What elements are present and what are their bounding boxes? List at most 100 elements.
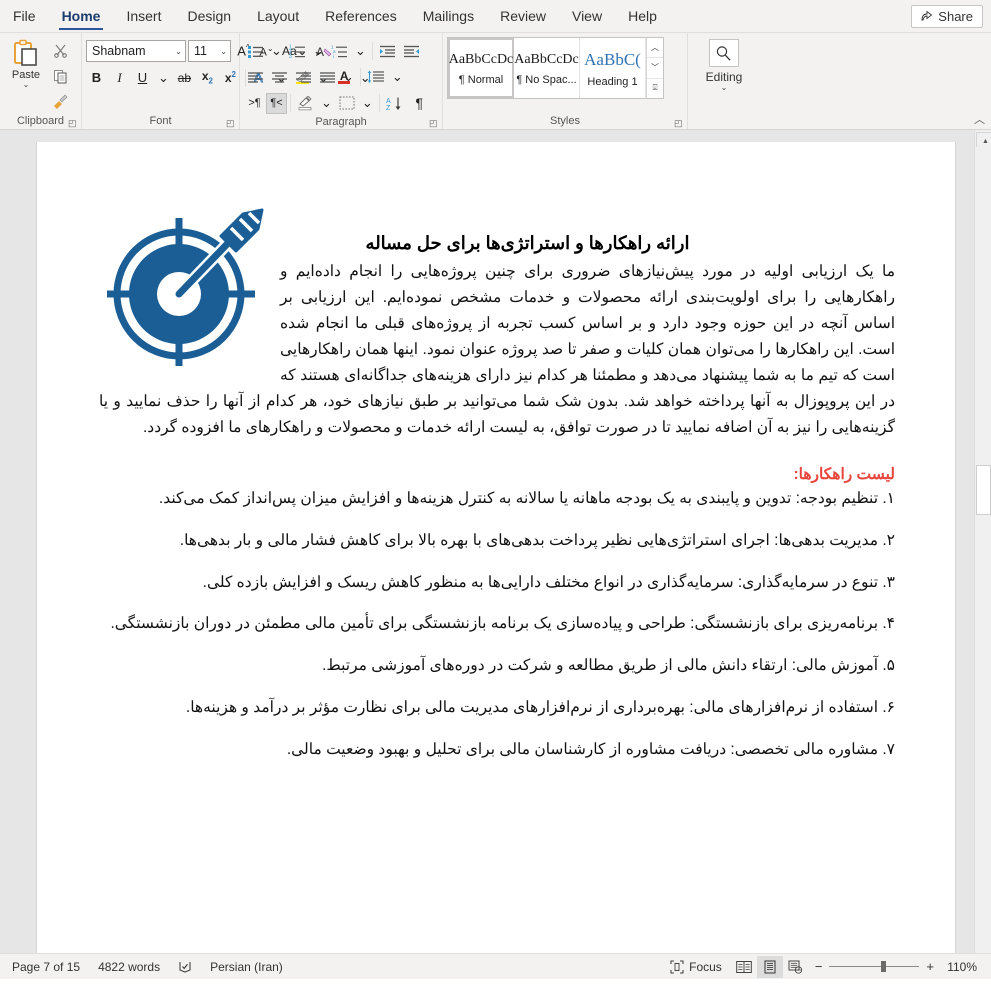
bullets-dropdown[interactable]: ⌄ (268, 41, 285, 62)
editing-button[interactable]: Editing ⌄ (706, 36, 742, 92)
styles-more-icon[interactable]: ⍗ (647, 78, 663, 98)
zoom-out-button[interactable]: − (815, 959, 823, 974)
align-right-icon (295, 71, 312, 84)
show-formatting-marks-button[interactable]: ¶ (409, 93, 430, 114)
strikethrough-button[interactable]: ab (174, 67, 195, 88)
borders-button[interactable] (336, 93, 358, 114)
multilevel-list-button[interactable]: 1 a i (328, 41, 351, 62)
style-normal[interactable]: AaBbCcDc ¶ Normal (448, 38, 514, 98)
focus-mode-button[interactable]: Focus (661, 956, 731, 978)
numbering-dropdown[interactable]: ⌄ (310, 41, 327, 62)
align-right-button[interactable] (292, 67, 315, 88)
tab-insert[interactable]: Insert (113, 0, 174, 32)
scrollbar-up-button[interactable]: ▲ (976, 132, 991, 150)
share-icon (921, 10, 933, 22)
tab-layout[interactable]: Layout (244, 0, 312, 32)
superscript-button[interactable]: x2 (220, 67, 241, 88)
font-dialog-launcher-icon[interactable]: ◰ (226, 118, 236, 128)
tab-design[interactable]: Design (174, 0, 244, 32)
line-spacing-dropdown[interactable]: ⌄ (389, 67, 406, 88)
tab-mailings[interactable]: Mailings (410, 0, 487, 32)
tab-home[interactable]: Home (49, 0, 114, 32)
focus-mode-label: Focus (689, 959, 722, 974)
zoom-in-button[interactable]: + (926, 959, 934, 974)
style-preview: AaBbCcDc (514, 52, 579, 67)
borders-dropdown[interactable]: ⌄ (359, 93, 376, 114)
print-layout-button[interactable] (756, 955, 783, 978)
right-to-left-button[interactable]: ¶< (266, 92, 287, 114)
scrollbar-thumb[interactable] (976, 465, 991, 515)
shading-button[interactable] (294, 93, 317, 114)
proofing-status[interactable] (169, 956, 201, 978)
tab-view[interactable]: View (559, 0, 615, 32)
language-indicator[interactable]: Persian (Iran) (201, 956, 292, 978)
subscript-button[interactable]: x2 (197, 67, 218, 88)
paragraph-dialog-launcher-icon[interactable]: ◰ (429, 118, 439, 128)
justify-dropdown[interactable]: ⌄ (340, 67, 357, 88)
page-indicator[interactable]: Page 7 of 15 (8, 956, 89, 978)
share-label: Share (938, 8, 973, 24)
tab-file[interactable]: File (0, 0, 49, 32)
underline-dropdown[interactable]: ⌄ (155, 67, 172, 88)
style-heading-1[interactable]: AaBbC( Heading 1 (580, 38, 646, 98)
paste-icon (11, 38, 41, 68)
increase-indent-button[interactable] (400, 41, 423, 62)
paragraph-row-2: ⌄ ⌄ (244, 65, 406, 89)
format-painter-button[interactable] (48, 91, 72, 113)
word-count[interactable]: 4822 words (89, 956, 169, 978)
copy-button[interactable] (48, 65, 72, 87)
style-label: ¶ Normal (458, 74, 504, 86)
bold-button[interactable]: B (86, 67, 107, 88)
align-center-button[interactable] (268, 67, 291, 88)
align-left-icon (247, 71, 264, 84)
styles-scroll-up-icon[interactable]: ︿ (647, 38, 663, 59)
zoom-slider[interactable] (829, 961, 920, 972)
chevron-down-icon: ⌄ (321, 95, 332, 110)
numbering-button[interactable]: 1 2 3 (286, 41, 309, 62)
tabbar-spacer (670, 0, 911, 32)
read-mode-button[interactable] (731, 956, 757, 978)
style-no-spacing[interactable]: AaBbCcDc ¶ No Spac... (514, 38, 580, 98)
clipboard-dialog-launcher-icon[interactable]: ◰ (68, 118, 78, 128)
target-with-arrow-illustration[interactable] (107, 206, 272, 366)
justify-button[interactable] (316, 67, 339, 88)
tab-review[interactable]: Review (487, 0, 559, 32)
underline-button[interactable]: U (132, 67, 153, 88)
paste-button[interactable]: Paste ⌄ (4, 36, 48, 89)
copy-icon (53, 69, 68, 84)
ribbon-group-editing: Editing ⌄ (688, 33, 760, 129)
zoom-slider-thumb[interactable] (881, 961, 887, 972)
shading-dropdown[interactable]: ⌄ (318, 93, 335, 114)
tab-help[interactable]: Help (615, 0, 670, 32)
chevron-down-icon[interactable]: ⌄ (721, 84, 728, 92)
read-mode-icon (736, 960, 752, 974)
document-page[interactable]: ارائه راهکارها و استراتژی‌ها برای حل مسا… (36, 142, 956, 953)
ribbon-collapse-icon[interactable]: ︿ (974, 111, 985, 127)
style-label: Heading 1 (587, 76, 638, 88)
page-content: ارائه راهکارها و استراتژی‌ها برای حل مسا… (37, 142, 955, 762)
line-spacing-button[interactable] (364, 67, 388, 88)
cut-button[interactable] (48, 39, 72, 61)
clipboard-body: Paste ⌄ (4, 36, 77, 114)
paragraph-separator-1 (371, 42, 373, 60)
vertical-scrollbar[interactable]: ▲ (974, 130, 991, 953)
decrease-indent-button[interactable] (376, 41, 399, 62)
align-left-button[interactable] (244, 67, 267, 88)
tab-references[interactable]: References (312, 0, 410, 32)
sort-button[interactable]: A Z (383, 93, 408, 114)
clipboard-group-label: Clipboard (16, 115, 65, 127)
left-to-right-button[interactable]: >¶ (244, 93, 265, 114)
multilevel-dropdown[interactable]: ⌄ (352, 41, 369, 62)
font-name-combo[interactable]: Shabnam ⌄ (86, 40, 186, 62)
paste-dropdown-icon[interactable]: ⌄ (23, 81, 30, 89)
styles-dialog-launcher-icon[interactable]: ◰ (674, 118, 684, 128)
font-size-combo[interactable]: 11 ⌄ (188, 40, 231, 62)
zoom-control[interactable]: − + 110% (809, 959, 983, 974)
italic-button[interactable]: I (109, 67, 130, 88)
share-button[interactable]: Share (911, 4, 983, 28)
styles-scroll-down-icon[interactable]: ﹀ (647, 58, 663, 79)
web-layout-button[interactable] (783, 956, 809, 978)
zoom-level-label[interactable]: 110% (941, 960, 977, 974)
bullets-button[interactable] (244, 41, 267, 62)
document-area[interactable]: ارائه راهکارها و استراتژی‌ها برای حل مسا… (0, 130, 991, 953)
